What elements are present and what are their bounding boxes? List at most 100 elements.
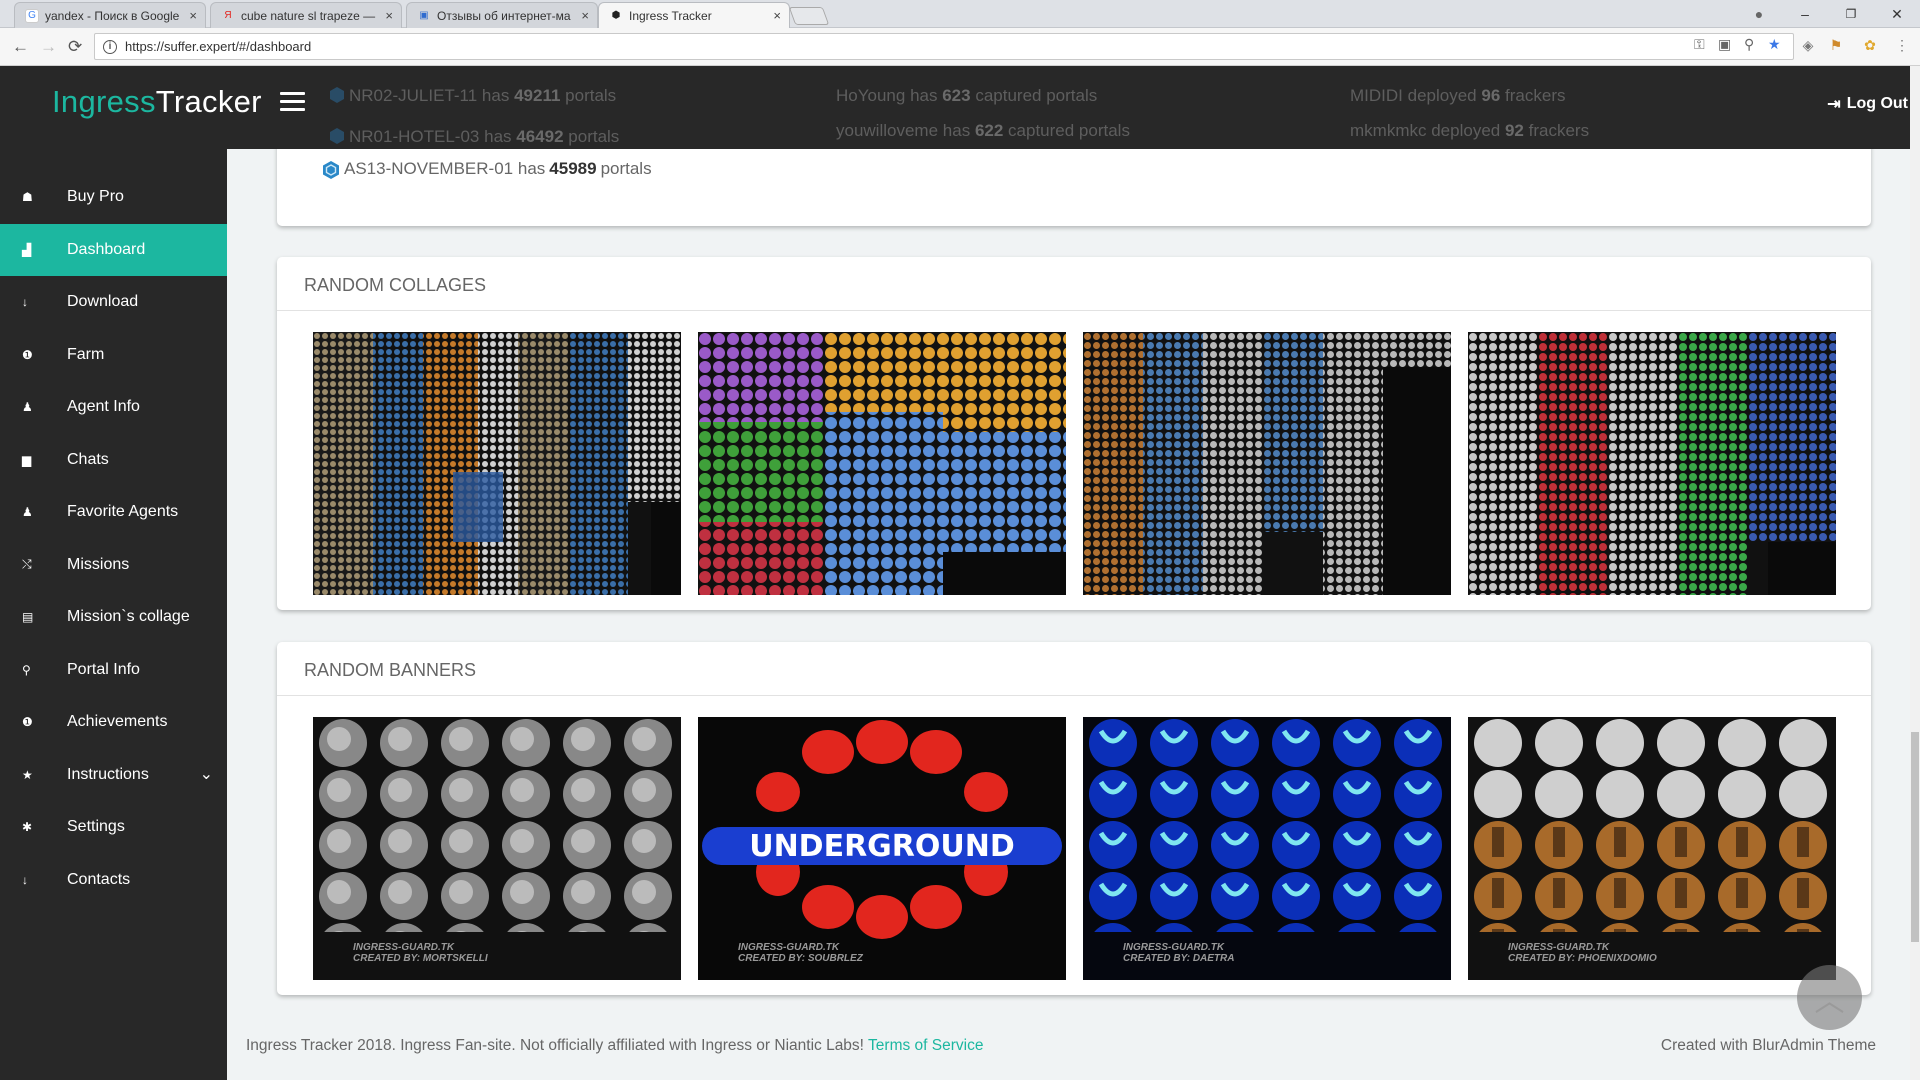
tab-title: Отзывы об интернет-ма [437,8,571,23]
fracker-stat-row: mkmkmkc deployed 92 frackers [1350,121,1590,140]
site-info-icon[interactable]: i [103,39,117,54]
sidebar-item-achievements[interactable]: ❶ Achievements [0,696,227,749]
sidebar-item-agent-info[interactable]: ♟ Agent Info [0,381,227,434]
tab-close-icon[interactable]: × [581,8,589,23]
resistance-icon [322,160,340,179]
logout-icon: ⇥ [1827,96,1841,113]
browser-tab-reviews[interactable]: ▣ Отзывы об интернет-ма × [406,2,598,28]
ingress-icon: ⬢ [611,10,621,21]
banner-caption: CREATED BY: PHOENIXDOMIO [1508,953,1657,964]
fracker-stat-row: MIDIDI deployed 96 frackers [1350,86,1566,105]
captured-stat-row: HoYoung has 623 captured portals [836,86,1098,105]
hamburger-menu-icon[interactable] [280,92,305,112]
back-icon[interactable]: ← [12,37,29,57]
collage-image[interactable] [1468,332,1836,595]
key-icon[interactable]: ⚿ [1694,36,1705,53]
browser-tab-google[interactable]: G yandex - Поиск в Google × [14,2,206,28]
reload-icon[interactable]: ⟳ [68,37,82,57]
sidebar-item-missions[interactable]: ⤭ Missions [0,539,227,592]
user-icon: ♟ [22,400,33,415]
window-close-button[interactable]: ✕ [1874,0,1920,28]
sidebar-item-dashboard[interactable]: ▟ Dashboard [0,223,227,276]
maximize-button[interactable]: ❐ [1828,0,1874,28]
portal-stat-row: AS13-NOVEMBER-01 has 45989 portals [322,159,652,179]
address-bar[interactable]: i https://suffer.expert/#/dashboard [94,33,1794,60]
tab-title: cube nature sl trapeze — [241,8,376,23]
collage-image[interactable] [313,332,681,595]
card-title: RANDOM COLLAGES [277,257,1871,311]
banner-image[interactable]: INGRESS-GUARD.TK CREATED BY: PHOENIXDOMI… [1468,717,1836,980]
footer: Ingress Tracker 2018. Ingress Fan-site. … [246,1037,1876,1055]
collage-image[interactable] [1083,332,1451,595]
page-scrollbar[interactable] [1910,66,1920,1080]
tab-title: yandex - Поиск в Google [45,8,180,23]
translate-icon[interactable]: ▣ [1718,36,1731,53]
logout-button[interactable]: ⇥ Log Out [1827,94,1908,114]
app-top-navbar: NR02-JULIET-11 has 49211 portals NR01-HO… [0,66,1910,149]
browser-toolbar: ← → ⟳ i https://suffer.expert/#/dashboar… [0,28,1920,66]
tab-close-icon[interactable]: × [385,8,393,23]
banner-text: UNDERGROUND [749,829,1015,864]
info-circle-icon: ❶ [22,347,33,362]
yandex-icon: Я [224,10,232,21]
logo-tracker: Tracker [155,84,262,119]
sidebar-item-instructions[interactable]: ★ Instructions ⌄ [0,749,227,802]
captured-stat-row: youwilloveme has 622 captured portals [836,121,1130,140]
sidebar-item-portal-info[interactable]: ⚲ Portal Info [0,644,227,697]
banner-caption: INGRESS-GUARD.TK [1123,942,1225,953]
forward-icon[interactable]: → [40,37,57,57]
zoom-icon[interactable]: ⚲ [1744,36,1754,53]
extension-pin-icon[interactable]: ⚑ [1828,37,1844,53]
footer-credit: Created with BlurAdmin Theme [1660,1037,1876,1054]
random-banners-card: RANDOM BANNERS INGRESS-GUARD.TK CREATED … [277,642,1871,995]
sidebar: ☗ Buy Pro ▟ Dashboard ↓ Download ❶ Farm ♟ Age… [0,149,227,1080]
gear-icon: ✱ [22,820,33,835]
sidebar-item-missions-collage[interactable]: ▤ Mission`s collage [0,591,227,644]
download-icon: ↓ [22,295,28,310]
browser-tab-ingress-tracker[interactable]: ⬢ Ingress Tracker × [598,2,790,28]
bookmark-star-icon[interactable]: ★ [1768,36,1781,53]
menu-kebab-icon[interactable]: ⋮ [1894,37,1910,53]
sidebar-item-farm[interactable]: ❶ Farm [0,329,227,382]
sidebar-item-buy-pro[interactable]: ☗ Buy Pro [0,171,227,224]
sidebar-item-contacts[interactable]: ↓ Contacts [0,854,227,907]
logo-ingress: Ingress [52,84,156,119]
chevron-down-icon[interactable]: ⌄ [200,764,213,784]
sidebar-item-settings[interactable]: ✱ Settings [0,801,227,854]
terms-of-service-link[interactable]: Terms of Service [868,1037,983,1054]
collage-image[interactable] [698,332,1066,595]
minimize-button[interactable]: – [1782,0,1828,28]
scroll-to-top-button[interactable]: ︿ [1797,965,1862,1030]
banner-image[interactable]: INGRESS-GUARD.TK CREATED BY: DAETRA [1083,717,1451,980]
extension-puzzle-icon[interactable]: ✿ [1862,37,1878,53]
banner-image[interactable]: INGRESS-GUARD.TK CREATED BY: MORTSKELLI [313,717,681,980]
download-icon: ↓ [22,872,28,887]
sidebar-item-download[interactable]: ↓ Download [0,276,227,329]
tab-title: Ingress Tracker [629,8,712,23]
extension-tag-icon[interactable]: ◈ [1800,37,1816,53]
card-title: RANDOM BANNERS [277,642,1871,696]
sidebar-item-chats[interactable]: ▆ Chats [0,434,227,487]
browser-tab-yandex[interactable]: Я cube nature sl trapeze — × [210,2,402,28]
google-icon: G [25,8,39,23]
resistance-icon [328,127,346,145]
sidebar-item-favorite-agents[interactable]: ♟ Favorite Agents [0,486,227,539]
banner-caption: INGRESS-GUARD.TK [353,942,455,953]
users-icon: ♟ [22,505,33,520]
app-logo[interactable]: IngressTracker [52,84,262,120]
new-tab-button[interactable] [788,7,830,25]
tab-close-icon[interactable]: × [773,8,781,23]
document-icon: ▆ [22,452,32,467]
scrollbar-thumb[interactable] [1911,732,1919,942]
info-circle-icon: ❶ [22,715,33,730]
tab-close-icon[interactable]: × [189,8,197,23]
url-text: https://suffer.expert/#/dashboard [125,39,312,54]
banner-image[interactable]: UNDERGROUND INGRESS-GUARD.TK CREATED BY:… [698,717,1066,980]
search-icon: ⚲ [22,662,31,677]
banner-caption: INGRESS-GUARD.TK [1508,942,1610,953]
logout-label: Log Out [1846,95,1908,112]
account-icon[interactable]: ● [1736,0,1782,28]
list-icon: ▤ [22,610,34,625]
shuffle-icon: ⤭ [22,557,32,572]
browser-tab-bar: G yandex - Поиск в Google × Я cube natur… [0,0,1920,28]
